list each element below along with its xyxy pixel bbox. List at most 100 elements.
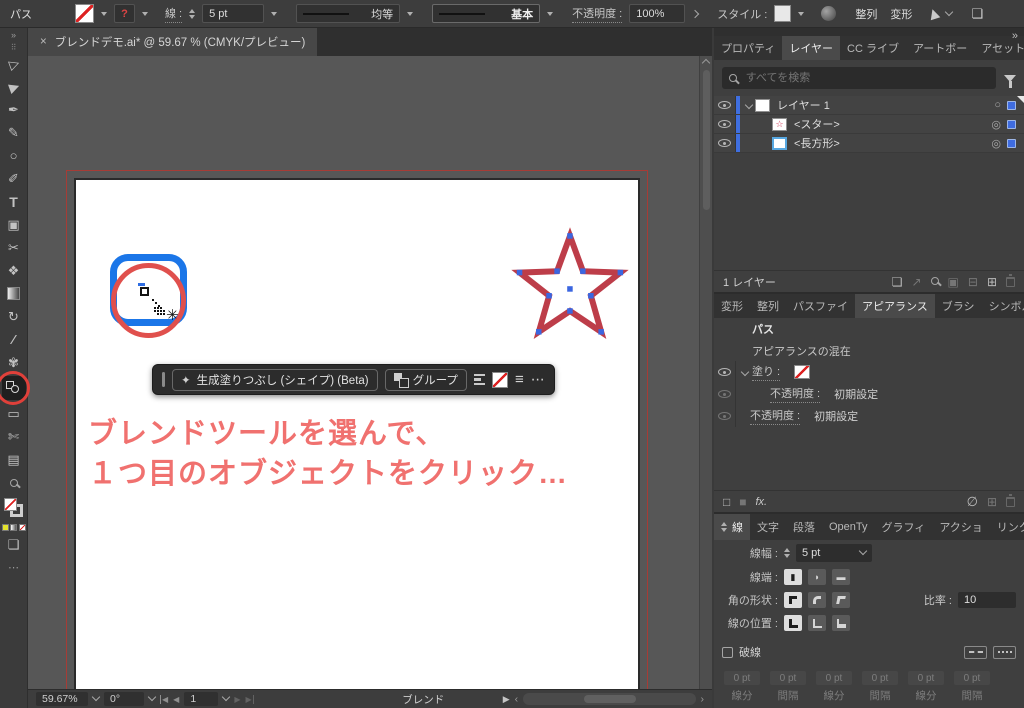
- tab-character[interactable]: 文字: [750, 514, 786, 540]
- fill-label[interactable]: 塗り :: [752, 363, 780, 381]
- dash-field[interactable]: 0 pt間隔: [768, 671, 808, 703]
- stroke-dropdown-icon[interactable]: [142, 12, 148, 16]
- tab-pathfinder[interactable]: パスファイ: [786, 294, 855, 318]
- tab-align[interactable]: 整列: [750, 294, 786, 318]
- rotate-tool[interactable]: ↻: [2, 305, 26, 328]
- expand-fill-icon[interactable]: [741, 368, 749, 376]
- width-select[interactable]: 5 pt: [796, 544, 872, 562]
- collect-for-export-icon[interactable]: ❏: [892, 275, 903, 289]
- appearance-opacity-row[interactable]: 不透明度 : 初期設定: [714, 405, 1024, 427]
- dash-align-button[interactable]: [993, 646, 1016, 659]
- type-tool[interactable]: T: [2, 190, 26, 213]
- fill-stroke-indicator[interactable]: [4, 498, 24, 518]
- corner-miter-button[interactable]: [784, 592, 802, 608]
- align-button[interactable]: 整列: [855, 6, 877, 22]
- expand-layer-icon[interactable]: [745, 101, 753, 109]
- tab-stroke[interactable]: 線: [714, 514, 750, 540]
- gradient-button[interactable]: [10, 524, 17, 531]
- dash-field[interactable]: 0 pt線分: [814, 671, 854, 703]
- generative-fill-button[interactable]: ✦ 生成塗りつぶし (シェイプ) (Beta): [172, 369, 378, 391]
- target-icon[interactable]: ○: [994, 99, 1001, 111]
- new-sublayer-icon[interactable]: ⊟: [968, 275, 978, 289]
- zoom-tool[interactable]: [2, 471, 26, 494]
- scissors-tool[interactable]: ✂: [2, 236, 26, 259]
- zoom-level[interactable]: 59.67%: [36, 692, 88, 706]
- layer-name[interactable]: <長方形>: [794, 135, 840, 151]
- layer-row[interactable]: ☆ <スター> ◎: [714, 115, 1024, 134]
- prev-artboard-icon[interactable]: ◀: [173, 695, 179, 704]
- layer-row[interactable]: <長方形> ◎: [714, 134, 1024, 153]
- corner-round-button[interactable]: [808, 592, 826, 608]
- opacity-value[interactable]: 初期設定: [814, 408, 858, 424]
- taskbar-drag-handle[interactable]: [162, 372, 165, 387]
- visibility-toggle[interactable]: [714, 96, 736, 114]
- opacity-label[interactable]: 不透明度 :: [750, 407, 800, 425]
- artboard-dropdown-icon[interactable]: [222, 693, 230, 701]
- rectangle-thumbnail[interactable]: [772, 137, 787, 150]
- canvas[interactable]: ✳ ✦ 生成塗りつぶし (シェイプ) (Beta) グループ ≡ ⋯ ブレンドツ…: [28, 56, 712, 689]
- add-new-stroke-icon[interactable]: □: [723, 495, 730, 509]
- new-layer-icon[interactable]: ⊞: [987, 275, 997, 289]
- tab-opentype[interactable]: OpenTy: [822, 514, 875, 540]
- direct-selection-tool[interactable]: ▶: [0, 72, 29, 102]
- brush-definition-select[interactable]: 基本: [432, 4, 540, 23]
- width-profile-select[interactable]: 均等: [296, 4, 400, 23]
- export-icon[interactable]: ↗: [911, 275, 921, 289]
- isolate-selection-icon[interactable]: [928, 7, 941, 20]
- target-icon[interactable]: ◎: [991, 118, 1001, 131]
- graph-tool[interactable]: ▤: [2, 448, 26, 471]
- vertical-scrollbar[interactable]: [699, 56, 712, 689]
- ellipse-tool[interactable]: ○: [2, 144, 26, 167]
- tab-transform[interactable]: 変形: [714, 294, 750, 318]
- dash-field[interactable]: 0 pt線分: [722, 671, 762, 703]
- width-profile-dropdown-icon[interactable]: [407, 12, 413, 16]
- knife-tool[interactable]: ✄: [2, 425, 26, 448]
- tools-collapse-icon[interactable]: »: [2, 28, 26, 42]
- add-effect-icon[interactable]: fx.: [756, 496, 768, 508]
- cap-butt-button[interactable]: ▮: [784, 569, 802, 585]
- pen-tool[interactable]: ✒: [2, 98, 26, 121]
- width-stepper[interactable]: [784, 548, 790, 558]
- opacity-expand-icon[interactable]: [691, 9, 699, 17]
- star-thumbnail[interactable]: ☆: [772, 118, 787, 131]
- visibility-toggle[interactable]: [714, 361, 736, 383]
- appearance-fill-row[interactable]: 塗り :: [714, 361, 1024, 383]
- appearance-opacity-row[interactable]: 不透明度 : 初期設定: [714, 383, 1024, 405]
- selection-options-dropdown-icon[interactable]: [945, 7, 953, 15]
- stroke-width-dropdown-icon[interactable]: [271, 12, 277, 16]
- cap-projecting-button[interactable]: ▬: [832, 569, 850, 585]
- tab-brushes[interactable]: ブラシ: [935, 294, 982, 318]
- dash-field[interactable]: 0 pt間隔: [952, 671, 992, 703]
- delete-item-icon[interactable]: [1006, 497, 1015, 507]
- status-play-icon[interactable]: ▶: [503, 694, 510, 705]
- rotation-dropdown-icon[interactable]: [148, 693, 156, 701]
- next-artboard-icon[interactable]: ▶: [234, 695, 240, 704]
- dash-preserve-button[interactable]: [964, 646, 987, 659]
- horizontal-scrollbar[interactable]: [523, 693, 695, 705]
- layer-thumbnail[interactable]: [755, 99, 770, 112]
- visibility-toggle[interactable]: [714, 115, 736, 133]
- tab-layers[interactable]: レイヤー: [782, 36, 840, 60]
- tab-actions[interactable]: アクショ: [932, 514, 989, 540]
- tab-appearance[interactable]: アピアランス: [855, 294, 935, 318]
- tab-cc-libraries[interactable]: CC ライブ: [840, 36, 906, 60]
- dash-field[interactable]: 0 pt線分: [906, 671, 946, 703]
- gradient-tool[interactable]: [2, 282, 26, 305]
- scroll-left-icon[interactable]: ‹: [515, 693, 519, 705]
- artboard-number[interactable]: 1: [184, 692, 218, 706]
- paintbrush-tool[interactable]: ✐: [2, 167, 26, 190]
- stroke-color-swatch[interactable]: ?: [114, 4, 135, 23]
- stroke-width-value[interactable]: 5 pt: [202, 4, 264, 23]
- symbol-sprayer-tool[interactable]: ✾: [2, 351, 26, 374]
- rotation-value[interactable]: 0°: [104, 692, 144, 706]
- blend-tool[interactable]: [2, 376, 26, 400]
- tab-paragraph[interactable]: 段落: [786, 514, 822, 540]
- align-center-button[interactable]: [784, 615, 802, 631]
- toolbar-more-icon[interactable]: ⋯: [2, 556, 26, 579]
- scroll-right-icon[interactable]: ›: [701, 693, 705, 705]
- horizontal-scroll-thumb[interactable]: [584, 695, 636, 703]
- selection-indicator[interactable]: [1007, 139, 1016, 148]
- layer-row[interactable]: レイヤー 1 ○: [714, 96, 1024, 115]
- last-artboard-icon[interactable]: ▶: [245, 695, 253, 704]
- zoom-dropdown-icon[interactable]: [92, 693, 100, 701]
